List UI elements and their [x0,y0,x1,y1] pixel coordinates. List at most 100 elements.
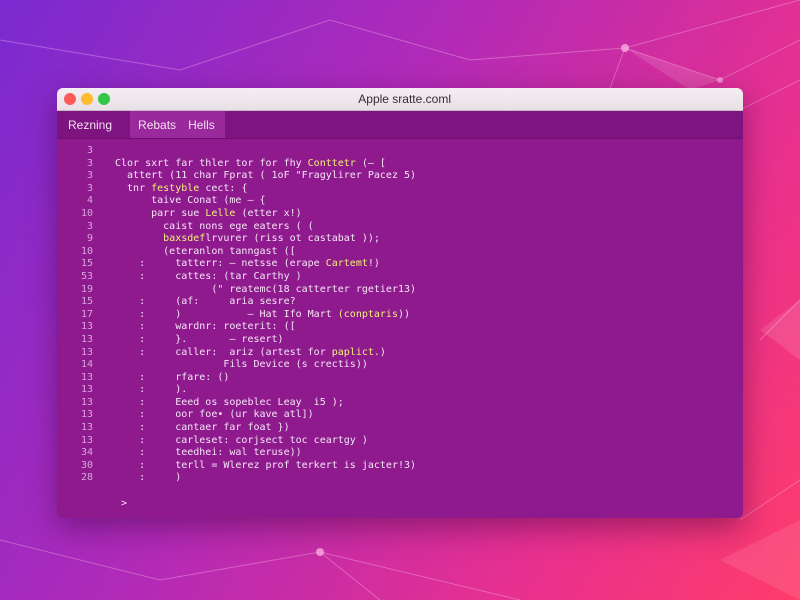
line-number: 13 [80,371,93,383]
tab-hells[interactable]: Hells [182,111,221,138]
code-line: : teedhei: wal teruse)) [115,447,416,460]
code-line: : ). [115,384,416,397]
code-line: : (af: aria sesre? [115,296,416,309]
code-line: : }. — resert) [115,334,416,347]
code-line: parr sue Lelle (etter x!) [115,208,416,221]
code-text: : (af: aria sesre? [115,296,296,308]
code-text: !) [367,258,380,270]
code-text: lrvurer (riss ot castabat )); [205,233,380,245]
window-controls [64,93,110,105]
code-text: : ) — Hat Ifo Mart [115,308,338,320]
code-text: attert (11 char Fprat ( 1oF "Fragylirer … [115,170,417,182]
code-text: : Eeed os sopeblec Leay i5 ); [115,396,344,408]
code-line: caist nons ege eaters ( ( [115,221,416,234]
code-text: )) [397,308,411,320]
tab-rezning[interactable]: Rezning [57,111,124,138]
code-line: baxsdeflrvurer (riss ot castabat )); [115,233,416,246]
line-number-gutter: 3 3 3 3 4 10 3 9 10 15 53 19 15 17 13 13 13 14 13 13 13 13 13 1… [57,145,93,485]
line-number: 9 [86,233,93,245]
code-line: Clor sxrt far thler tor for fhy Conttetr… [115,158,416,171]
line-number: 13 [80,333,93,345]
line-number: 15 [80,296,93,308]
code-line: : cattes: (tar Carthy ) [115,271,416,284]
code-text: : caller: ariz (artest for [115,346,332,358]
line-number: 10 [80,207,93,219]
code-text: : wardnr: roeterit: ([ [115,321,296,333]
minimize-button[interactable] [81,93,93,105]
code-text: : tatterr: — netsse (erape [115,258,326,270]
code-line: : terll = Wlerez prof terkert is jacter!… [115,460,416,473]
code-area[interactable]: Clor sxrt far thler tor for fhy Conttetr… [115,145,416,510]
code-line: : oor foe• (ur kave atl]) [115,409,416,422]
line-number: 15 [80,258,93,270]
code-line: : ) — Hat Ifo Mart (conptaris)) [115,309,416,322]
close-button[interactable] [64,93,76,105]
code-text: Clor sxrt far thler tor for fhy [115,157,308,169]
code-highlight: Lelle [205,207,236,219]
line-number: 4 [86,195,93,207]
line-number: 34 [80,447,93,459]
code-text: (" reatemc(18 catterter rgetier13) [115,283,417,295]
tab-rebats[interactable]: Rebats [132,111,182,138]
line-number: 30 [80,459,93,471]
code-text: parr sue [115,207,206,219]
code-text: (— [ [355,157,386,169]
code-line: : wardnr: roeterit: ([ [115,321,416,334]
editor-window: Apple sratte.coml Rezning Rebats Hells 3… [57,88,743,518]
code-editor[interactable]: 3 3 3 3 4 10 3 9 10 15 53 19 15 17 13 13 13 14 13 13 13 13 13 1… [57,139,743,518]
code-text: (etter x!) [235,207,302,219]
code-line: : Eeed os sopeblec Leay i5 ); [115,397,416,410]
code-line: Fils Device (s crectis)) [115,359,416,372]
code-text: : terll = Wlerez prof terkert is jacter!… [115,459,417,471]
code-text: caist nons ege eaters ( ( [115,220,314,232]
code-text: .) [373,346,386,358]
code-line: attert (11 char Fprat ( 1oF "Fragylirer … [115,170,416,183]
code-line: taive Conat (me — { [115,195,416,208]
line-number: 19 [80,283,93,295]
line-number: 3 [86,170,93,182]
line-number: 13 [80,422,93,434]
code-text: : ). [115,384,188,396]
line-number: 3 [86,157,93,169]
line-number: 3 [86,182,93,194]
code-text: (eteranlon tanngast ([ [115,245,296,257]
line-number: 3 [86,220,93,232]
code-text: : teedhei: wal teruse)) [115,447,302,459]
code-highlight: Cartemt [325,258,368,270]
code-line: : caller: ariz (artest for paplict.) [115,347,416,360]
code-text: Fils Device (s crectis)) [115,359,368,371]
line-number: 53 [80,270,93,282]
code-highlight: paplict [331,346,374,358]
code-text: : cattes: (tar Carthy ) [115,270,302,282]
code-line: : ) [115,472,416,485]
line-number: 17 [80,308,93,320]
code-text: : oor foe• (ur kave atl]) [115,409,314,421]
line-number: 13 [80,384,93,396]
code-text: taive Conat (me — { [115,195,266,207]
code-text: > [115,497,128,509]
line-number: 3 [86,145,93,156]
code-text: : }. — resert) [115,333,284,345]
code-text: : ) [115,472,182,484]
tab-bar: Rezning Rebats Hells [57,111,743,139]
code-highlight: festyble [151,182,200,194]
line-number: 14 [80,359,93,371]
code-line: : cantaer far foat }) [115,422,416,435]
code-text: : carleset: corjsect toc ceartgy ) [115,434,368,446]
code-text: : rfare: () [115,371,230,383]
code-line: (" reatemc(18 catterter rgetier13) [115,284,416,297]
code-text: cect: { [199,182,248,194]
code-highlight: Conttetr [307,157,356,169]
code-line: : rfare: () [115,372,416,385]
line-number: 13 [80,346,93,358]
title-bar: Apple sratte.coml [57,88,743,111]
code-line: : tatterr: — netsse (erape Cartemt!) [115,258,416,271]
line-number: 28 [80,472,93,484]
code-text: : cantaer far foat }) [115,422,290,434]
maximize-button[interactable] [98,93,110,105]
line-number: 13 [80,409,93,421]
code-line: : carleset: corjsect toc ceartgy ) [115,435,416,448]
